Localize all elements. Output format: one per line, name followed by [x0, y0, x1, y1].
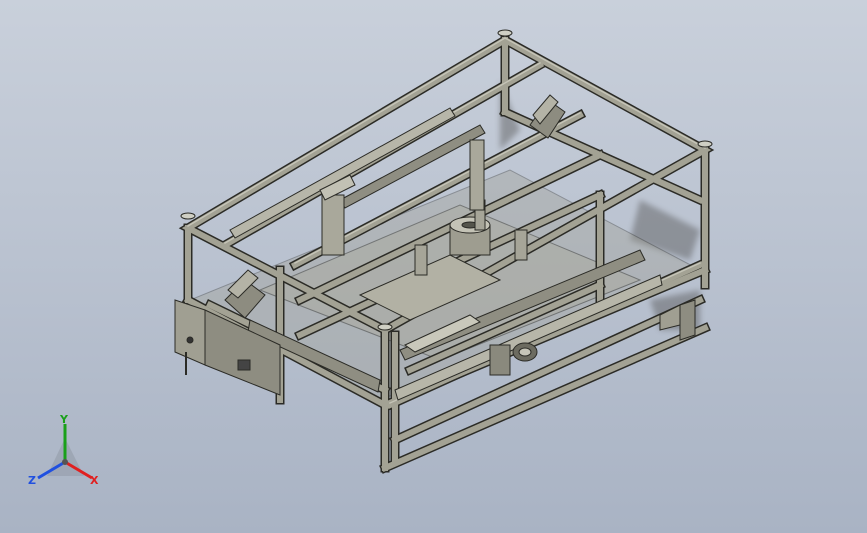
motor-right: [529, 94, 566, 139]
triad-origin: [62, 459, 68, 465]
z-axis-label: Z: [28, 474, 36, 487]
machine-frame-model[interactable]: [0, 0, 867, 533]
y-axis-label: Y: [60, 413, 68, 426]
x-axis-label: X: [90, 474, 99, 487]
cad-viewport[interactable]: Y X Z: [0, 0, 867, 533]
coordinate-triad: Y X Z: [22, 414, 108, 494]
